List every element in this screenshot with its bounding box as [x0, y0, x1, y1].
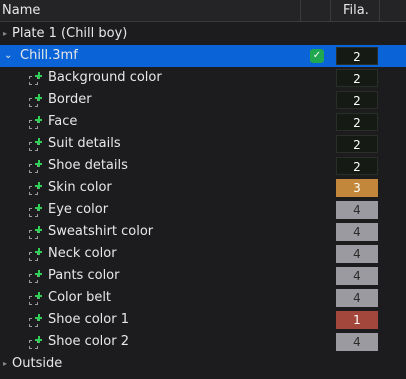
part-row[interactable]: Shoe details 2	[0, 155, 406, 177]
filament-badge[interactable]: 2	[336, 69, 378, 87]
part-row[interactable]: Shoe color 1 1	[0, 309, 406, 331]
column-divider	[379, 0, 380, 22]
filament-badge[interactable]: 4	[336, 267, 378, 285]
add-part-icon	[28, 116, 42, 130]
add-part-icon	[28, 292, 42, 306]
add-part-icon	[28, 94, 42, 108]
filament-badge[interactable]: 4	[336, 333, 378, 351]
filament-badge[interactable]: 2	[336, 135, 378, 153]
filament-badge[interactable]: 2	[336, 47, 378, 65]
add-part-icon	[28, 138, 42, 152]
filament-badge[interactable]: 4	[336, 289, 378, 307]
part-label: Shoe color 1	[48, 312, 129, 327]
part-row[interactable]: Eye color 4	[0, 199, 406, 221]
column-divider	[300, 0, 301, 22]
part-label: Color belt	[48, 290, 112, 305]
plate-row[interactable]: ▸ Plate 1 (Chill boy)	[0, 23, 406, 45]
chevron-down-icon[interactable]: ⌄	[4, 45, 14, 67]
add-part-icon	[28, 204, 42, 218]
add-part-icon	[28, 182, 42, 196]
filament-badge[interactable]: 4	[336, 201, 378, 219]
filament-badge[interactable]: 4	[336, 245, 378, 263]
part-label: Background color	[48, 70, 162, 85]
object-label: Chill.3mf	[20, 48, 78, 63]
name-column-header[interactable]: Name	[0, 3, 40, 18]
outside-label: Outside	[12, 356, 63, 371]
part-label: Face	[48, 114, 78, 129]
add-part-icon	[28, 314, 42, 328]
part-row[interactable]: Background color 2	[0, 67, 406, 89]
object-tree: ▸ Plate 1 (Chill boy) ⌄ Chill.3mf ✓ 2 Ba…	[0, 23, 406, 375]
part-label: Border	[48, 92, 92, 107]
part-label: Shoe color 2	[48, 334, 129, 349]
part-row[interactable]: Pants color 4	[0, 265, 406, 287]
filament-badge[interactable]: 3	[336, 179, 378, 197]
part-label: Shoe details	[48, 158, 128, 173]
part-row[interactable]: Suit details 2	[0, 133, 406, 155]
part-row[interactable]: Shoe color 2 4	[0, 331, 406, 353]
check-icon: ✓	[310, 49, 324, 63]
plate-label: Plate 1 (Chill boy)	[12, 26, 128, 41]
part-label: Pants color	[48, 268, 120, 283]
part-row[interactable]: Neck color 4	[0, 243, 406, 265]
column-divider	[330, 0, 331, 22]
part-label: Neck color	[48, 246, 117, 261]
part-row[interactable]: Sweatshirt color 4	[0, 221, 406, 243]
part-row[interactable]: Skin color 3	[0, 177, 406, 199]
add-part-icon	[28, 160, 42, 174]
add-part-icon	[28, 270, 42, 284]
object-list-header: Name Fila.	[0, 0, 406, 22]
object-row[interactable]: ⌄ Chill.3mf ✓ 2	[0, 45, 406, 67]
filament-badge[interactable]: 2	[336, 157, 378, 175]
part-label: Suit details	[48, 136, 121, 151]
filament-badge[interactable]: 4	[336, 223, 378, 241]
part-label: Eye color	[48, 202, 109, 217]
add-part-icon	[28, 72, 42, 86]
filament-badge[interactable]: 2	[336, 91, 378, 109]
filament-badge[interactable]: 1	[336, 311, 378, 329]
outside-row[interactable]: ▸ Outside	[0, 353, 406, 375]
filament-badge[interactable]: 2	[336, 113, 378, 131]
part-row[interactable]: Face 2	[0, 111, 406, 133]
part-row[interactable]: Color belt 4	[0, 287, 406, 309]
filament-column-header[interactable]: Fila.	[343, 3, 369, 18]
part-row[interactable]: Border 2	[0, 89, 406, 111]
add-part-icon	[28, 226, 42, 240]
add-part-icon	[28, 336, 42, 350]
part-label: Sweatshirt color	[48, 224, 154, 239]
add-part-icon	[28, 248, 42, 262]
part-label: Skin color	[48, 180, 112, 195]
